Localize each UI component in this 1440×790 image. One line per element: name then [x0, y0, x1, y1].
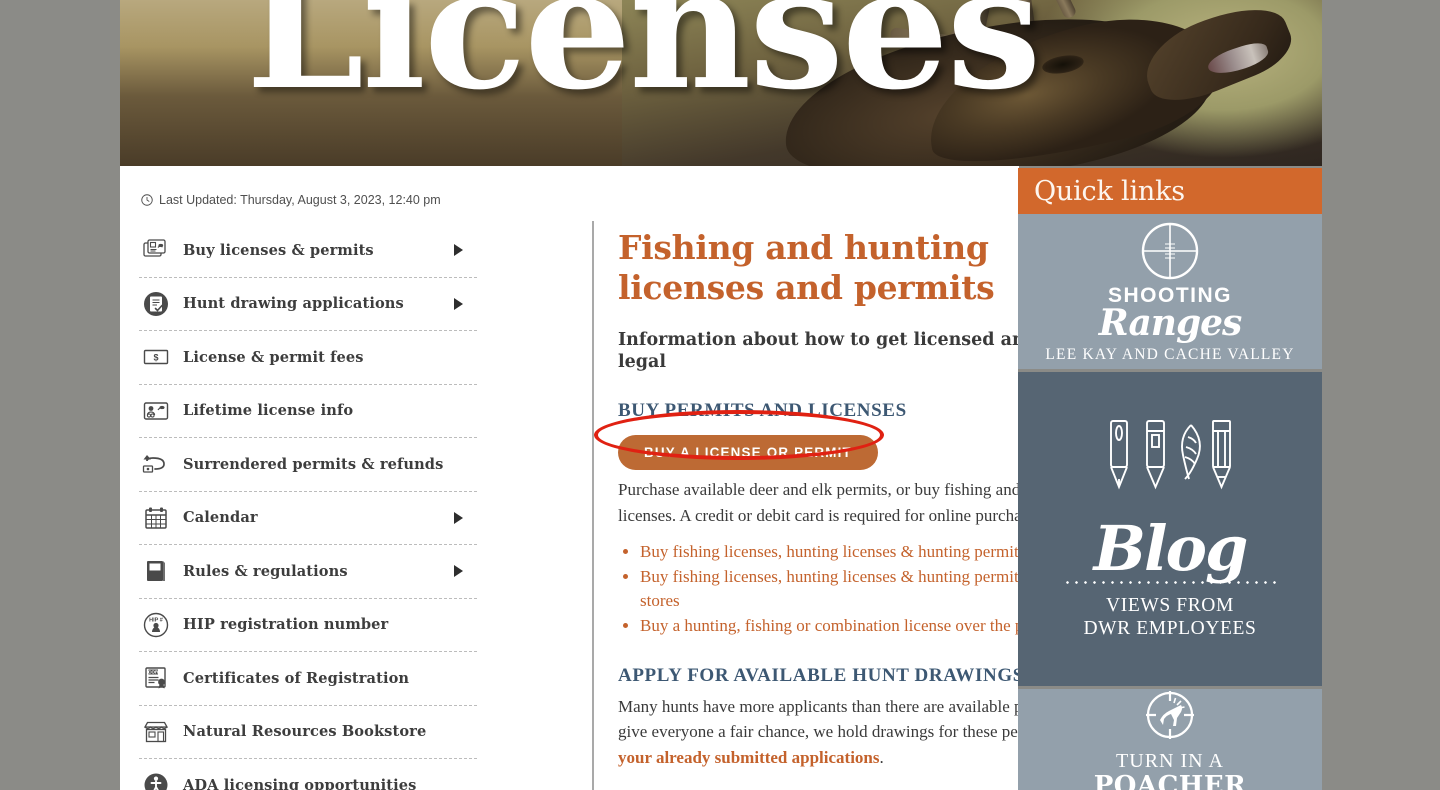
- vertical-divider: [592, 221, 594, 790]
- sidebar-item-label: Lifetime license info: [183, 402, 354, 420]
- return-arrow-icon: [141, 449, 171, 479]
- quick-links-rail: Quick links SHOOTING Ranges LEE KAY AND …: [1018, 168, 1322, 790]
- sidebar-item-label: ADA licensing opportunities: [183, 776, 417, 790]
- storefront-icon: [141, 717, 171, 747]
- money-bill-icon: $: [141, 342, 171, 372]
- sidebar-item-buy-licenses-permits[interactable]: Buy licenses & permits: [139, 224, 477, 278]
- sidebar-nav: Buy licenses & permits Hunt drawing appl…: [139, 224, 477, 790]
- chevron-right-icon[interactable]: [454, 511, 463, 524]
- dotted-divider: [1062, 580, 1278, 584]
- sidebar-item-license-permit-fees[interactable]: $ License & permit fees: [139, 331, 477, 385]
- blog-subtitle-line1: VIEWS FROM: [1106, 594, 1234, 616]
- sidebar-item-natural-resources-bookstore[interactable]: Natural Resources Bookstore: [139, 706, 477, 759]
- sidebar-item-ada-licensing-opportunities[interactable]: ADA licensing opportunities: [139, 759, 477, 790]
- sidebar-item-hunt-drawing-applications[interactable]: Hunt drawing applications: [139, 278, 477, 331]
- chevron-right-icon[interactable]: [454, 297, 463, 310]
- shooting-ranges-line2: Ranges: [1098, 301, 1243, 344]
- id-card-icon: [141, 396, 171, 426]
- blog-subtitle: VIEWS FROM DWR EMPLOYEES: [1083, 594, 1256, 642]
- svg-text:HIP #: HIP #: [149, 617, 163, 623]
- sidebar-item-label: Certificates of Registration: [183, 669, 410, 687]
- hip-badge-icon: HIP #: [141, 610, 171, 640]
- sidebar-item-label: Hunt drawing applications: [183, 295, 404, 313]
- calendar-icon: [141, 503, 171, 533]
- shooting-ranges-line3: LEE KAY AND CACHE VALLEY: [1045, 345, 1295, 363]
- quick-link-turn-in-a-poacher[interactable]: TURN IN A POACHER: [1018, 686, 1322, 790]
- sidebar-item-label: Rules & regulations: [183, 562, 348, 580]
- poacher-line2: POACHER: [1093, 770, 1247, 790]
- sidebar-item-label: Buy licenses & permits: [183, 241, 374, 259]
- svg-text:$: $: [153, 353, 158, 363]
- book-icon: [141, 556, 171, 586]
- quick-link-shooting-ranges[interactable]: SHOOTING Ranges LEE KAY AND CACHE VALLEY: [1018, 214, 1322, 369]
- quick-links-header: Quick links: [1018, 168, 1322, 214]
- clock-icon: [141, 194, 153, 206]
- content-container: Last Updated: Thursday, August 3, 2023, …: [120, 166, 1108, 790]
- buy-a-license-or-permit-button[interactable]: BUY A LICENSE OR PERMIT: [618, 435, 878, 470]
- page-root: Licenses Last Updated: Thursday, August …: [0, 0, 1440, 790]
- sidebar-item-label: Natural Resources Bookstore: [183, 723, 427, 741]
- chevron-right-icon[interactable]: [454, 565, 463, 578]
- poacher-line1: TURN IN A: [1116, 749, 1224, 772]
- chevron-right-icon[interactable]: [454, 244, 463, 257]
- blog-subtitle-line2: DWR EMPLOYEES: [1083, 618, 1257, 640]
- hero-title: Licenses: [246, 0, 1041, 127]
- rifle-scope-icon: [1139, 220, 1201, 282]
- certificate-icon: COR: [141, 663, 171, 693]
- sidebar-item-hip-registration-number[interactable]: HIP # HIP registration number: [139, 599, 477, 652]
- sidebar-item-rules-regulations[interactable]: Rules & regulations: [139, 545, 477, 599]
- drawings-period: .: [879, 747, 884, 767]
- hero-banner: Licenses: [120, 0, 1322, 166]
- last-updated-text: Last Updated: Thursday, August 3, 2023, …: [159, 193, 441, 207]
- sidebar-item-surrendered-permits-refunds[interactable]: Surrendered permits & refunds: [139, 438, 477, 492]
- last-updated: Last Updated: Thursday, August 3, 2023, …: [141, 193, 441, 207]
- pens-and-quill-icon: [1095, 417, 1245, 514]
- sidebar-item-label: HIP registration number: [183, 616, 389, 634]
- sidebar-item-lifetime-license-info[interactable]: Lifetime license info: [139, 385, 477, 438]
- quick-link-blog[interactable]: Blog VIEWS FROM DWR EMPLOYEES: [1018, 369, 1322, 686]
- sidebar-item-label: License & permit fees: [183, 348, 364, 366]
- buy-button-wrapper: BUY A LICENSE OR PERMIT: [594, 410, 884, 470]
- sidebar-item-label: Surrendered permits & refunds: [183, 455, 444, 473]
- sidebar-item-calendar[interactable]: Calendar: [139, 492, 477, 545]
- license-cards-icon: [141, 235, 171, 265]
- application-form-icon: [141, 289, 171, 319]
- deer-in-scope-icon: [1144, 689, 1196, 746]
- sidebar-item-label: Calendar: [183, 509, 258, 527]
- blog-wordmark: Blog: [1093, 511, 1249, 585]
- svg-text:COR: COR: [148, 670, 159, 675]
- accessibility-icon: [141, 770, 171, 790]
- sidebar-item-certificates-of-registration[interactable]: COR Certificates of Registration: [139, 652, 477, 706]
- quick-links-title: Quick links: [1034, 175, 1185, 207]
